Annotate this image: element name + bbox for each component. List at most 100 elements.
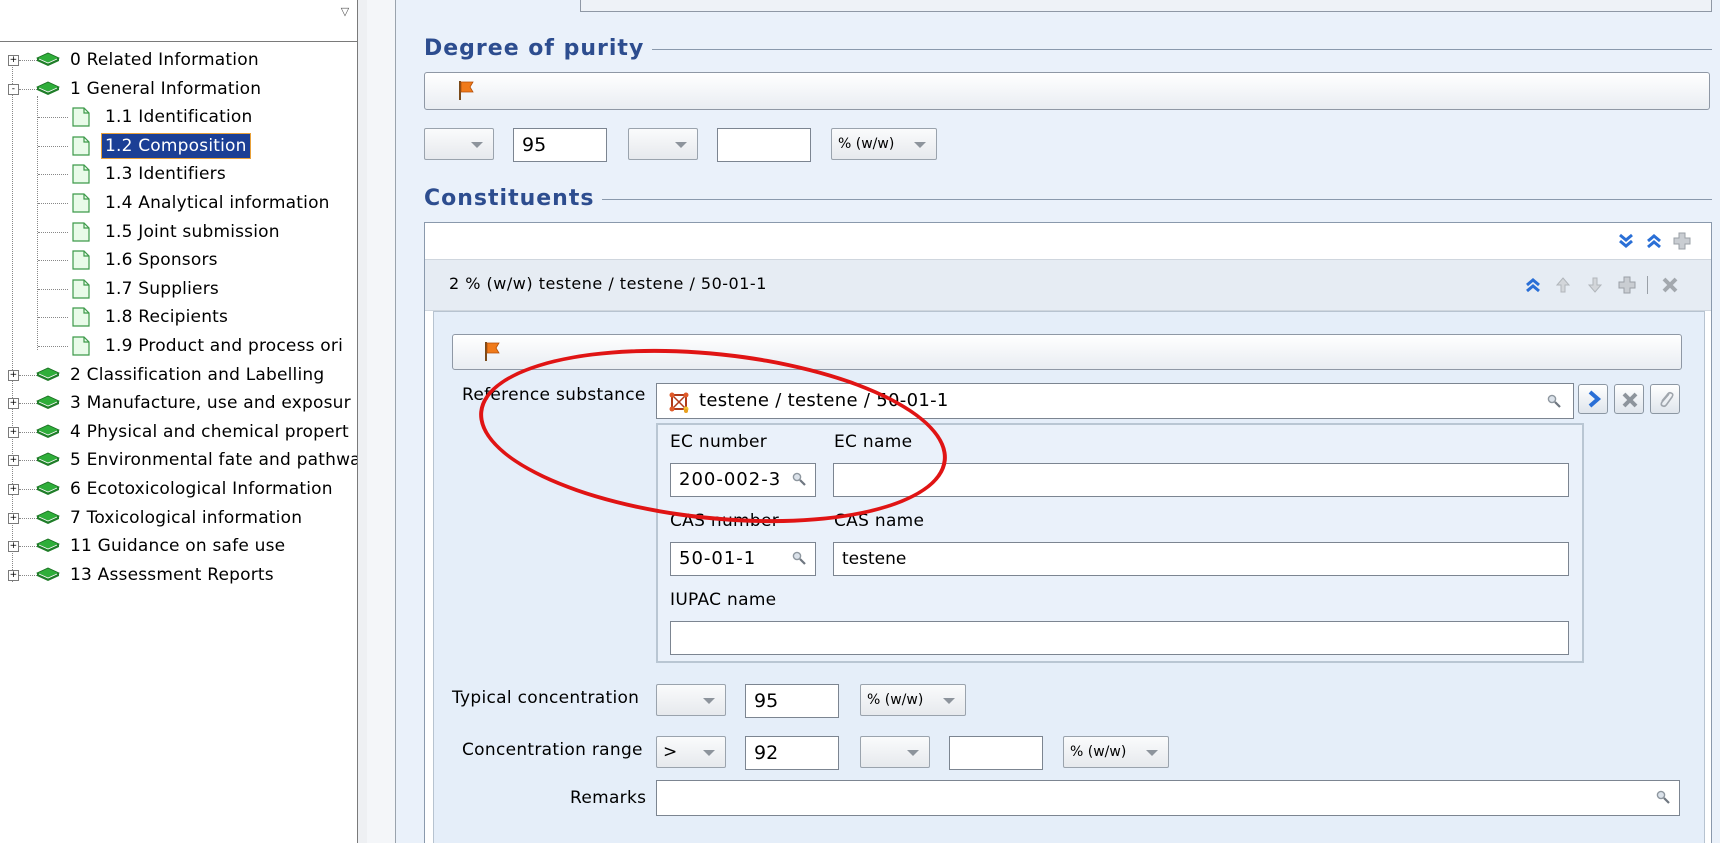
add-icon[interactable]: [1673, 232, 1691, 250]
tree-item[interactable]: +4 Physical and chemical propert: [0, 420, 357, 444]
collapse-icon[interactable]: -: [8, 83, 19, 95]
book-icon: [36, 367, 60, 381]
expand-icon[interactable]: +: [8, 455, 19, 467]
cas-name-field[interactable]: testene: [833, 542, 1569, 576]
section-rule: [424, 199, 1712, 200]
expand-icon[interactable]: +: [8, 369, 19, 381]
previous-field[interactable]: [580, 0, 1712, 12]
tree-connector: [19, 60, 37, 62]
delete-icon[interactable]: [1661, 276, 1679, 294]
tree-item[interactable]: +3 Manufacture, use and exposur: [0, 391, 357, 415]
tree-item-label: 3 Manufacture, use and exposur: [70, 393, 351, 414]
tree-item-label: 1.4 Analytical information: [105, 193, 330, 213]
chevron-down-icon[interactable]: ▽: [337, 6, 353, 18]
constituents-section-title: Constituents: [424, 186, 603, 211]
remarks-field[interactable]: [656, 780, 1680, 816]
concentration-range-lower-input[interactable]: 92: [745, 736, 839, 770]
tree-item[interactable]: +7 Toxicological information: [0, 506, 357, 530]
tree-item[interactable]: 1.3 Identifiers: [0, 162, 357, 186]
add-icon[interactable]: [1618, 276, 1636, 294]
expand-icon[interactable]: +: [8, 484, 19, 495]
typical-concentration-input[interactable]: 95: [745, 684, 839, 718]
flag-icon[interactable]: [483, 340, 501, 362]
page-icon: [72, 136, 90, 156]
move-down-icon[interactable]: [1587, 276, 1603, 294]
iupac-name-field[interactable]: [670, 621, 1569, 655]
page-icon: [72, 107, 90, 127]
expand-icon[interactable]: +: [8, 569, 19, 581]
tree-item[interactable]: +5 Environmental fate and pathwa: [0, 448, 360, 472]
purity-upper-qualifier-select[interactable]: [628, 128, 698, 160]
expand-icon[interactable]: +: [8, 398, 19, 410]
tree-item[interactable]: 1.8 Recipients: [0, 305, 357, 329]
expand-all-icon[interactable]: [1617, 232, 1635, 250]
tree-item[interactable]: +11 Guidance on safe use: [0, 534, 357, 558]
chevron-down-icon: [907, 750, 919, 756]
expand-icon[interactable]: +: [8, 55, 19, 66]
search-icon[interactable]: [1656, 790, 1670, 804]
book-icon: [36, 81, 60, 95]
tree-item-label: 1.8 Recipients: [105, 307, 229, 328]
collapse-icon[interactable]: [1524, 276, 1542, 294]
tree-filter-box[interactable]: ▽: [0, 0, 358, 42]
page-icon: [72, 164, 90, 184]
clear-reference-button[interactable]: [1614, 384, 1644, 414]
tree-connector: [19, 574, 37, 577]
chevron-down-icon: [703, 750, 715, 756]
tree-connector: [38, 231, 68, 234]
ec-number-label: EC number: [670, 432, 768, 452]
typical-concentration-unit-select[interactable]: % (w/w): [860, 684, 966, 716]
tree-item[interactable]: 1.2 Composition: [0, 132, 357, 159]
collapse-all-icon[interactable]: [1645, 232, 1663, 250]
tree-item[interactable]: 1.9 Product and process ori: [0, 334, 357, 358]
page-icon: [72, 336, 90, 356]
tree-item[interactable]: +13 Assessment Reports: [0, 563, 357, 587]
constituent-flag-bar[interactable]: [452, 334, 1682, 370]
tree-item[interactable]: 1.5 Joint submission: [0, 220, 357, 244]
purity-flag-bar[interactable]: [424, 72, 1710, 110]
ec-name-field[interactable]: [833, 463, 1569, 497]
concentration-range-upper-input[interactable]: [949, 736, 1043, 770]
page-icon: [72, 221, 90, 242]
tree-connector: [38, 260, 68, 262]
tree-item[interactable]: +2 Classification and Labelling: [0, 363, 357, 387]
expand-icon[interactable]: +: [8, 426, 19, 438]
reference-substance-field[interactable]: testene / testene / 50-01-1: [656, 383, 1574, 419]
tree-connector: [38, 346, 68, 348]
ec-name-label: EC name: [834, 432, 913, 452]
navigation-tree: ▽ +0 Related Information - 1 General Infor…: [0, 0, 360, 843]
search-icon[interactable]: [1547, 394, 1561, 408]
purity-qualifier-select[interactable]: [424, 128, 494, 160]
tree-item[interactable]: 1.1 Identification: [0, 105, 357, 129]
tree-connector: [38, 288, 68, 291]
expand-icon[interactable]: +: [8, 541, 19, 553]
purity-unit-select[interactable]: % (w/w): [831, 128, 937, 160]
search-icon[interactable]: [792, 472, 806, 486]
tree-connector: [38, 174, 68, 176]
move-up-icon[interactable]: [1555, 276, 1571, 294]
tree-item[interactable]: 1.7 Suppliers: [0, 277, 357, 301]
tree-item[interactable]: +6 Ecotoxicological Information: [0, 477, 357, 501]
typical-concentration-qualifier-select[interactable]: [656, 684, 726, 716]
flag-icon[interactable]: [457, 79, 475, 101]
cas-name-label: CAS name: [834, 511, 925, 531]
book-icon: [36, 510, 60, 524]
concentration-range-upper-qualifier-select[interactable]: [860, 736, 930, 768]
concentration-range-lower-qualifier-select[interactable]: >: [656, 736, 726, 768]
tree-item[interactable]: - 1 General Information: [0, 77, 357, 101]
search-icon[interactable]: [792, 551, 806, 565]
expand-icon[interactable]: +: [8, 512, 19, 524]
tree-item[interactable]: +0 Related Information: [0, 48, 357, 72]
attach-reference-button[interactable]: [1650, 384, 1680, 414]
book-icon: [36, 452, 60, 467]
concentration-range-unit-select[interactable]: % (w/w): [1063, 736, 1169, 768]
tree-item[interactable]: 1.4 Analytical information: [0, 191, 357, 215]
typical-concentration-unit-text: % (w/w): [867, 692, 924, 708]
constituent-record-header[interactable]: 2 % (w/w) testene / testene / 50-01-1: [425, 259, 1711, 311]
tree-connector: [19, 517, 37, 520]
go-to-reference-button[interactable]: [1578, 384, 1608, 414]
tree-item[interactable]: 1.6 Sponsors: [0, 248, 357, 272]
chevron-down-icon: [943, 698, 955, 704]
purity-value-input[interactable]: 95: [513, 128, 607, 162]
purity-upper-value-input[interactable]: [717, 128, 811, 162]
